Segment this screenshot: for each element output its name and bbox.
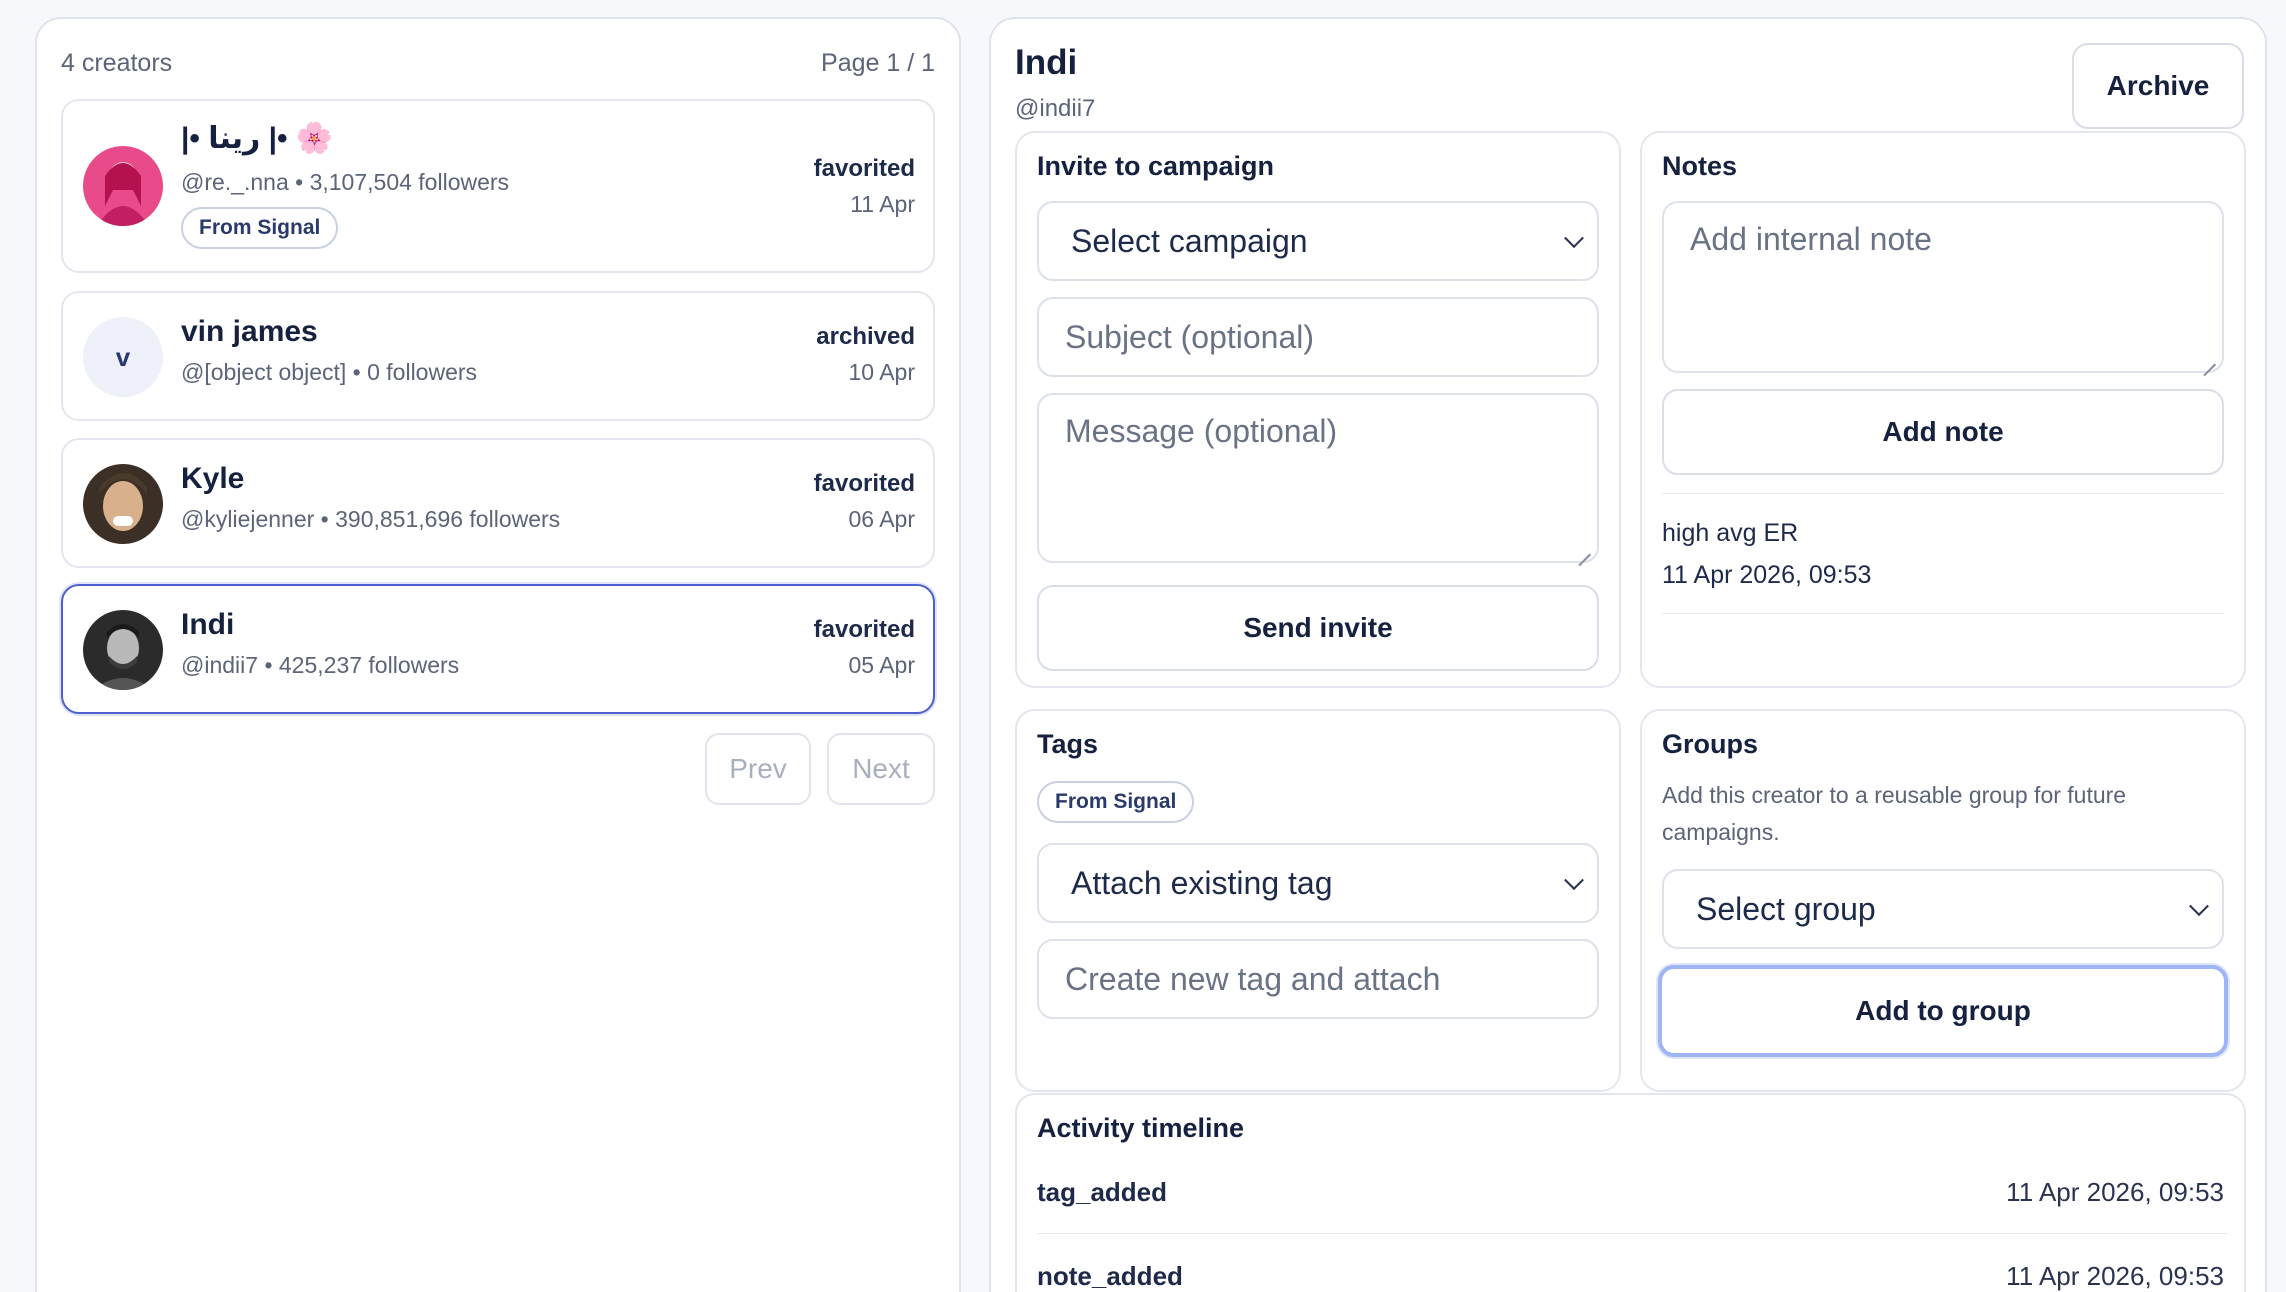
activity-timeline-card: Activity timeline tag_added 11 Apr 2026,… — [1015, 1093, 2246, 1292]
creator-name: |• رينا |• 🌸 — [181, 122, 334, 155]
note-textarea[interactable]: Add internal note — [1662, 201, 2224, 373]
date-label: 10 Apr — [848, 359, 916, 385]
creator-name: Kyle — [181, 462, 245, 495]
status-label: favorited — [813, 470, 915, 497]
status-label: favorited — [813, 155, 915, 182]
creator-name: vin james — [181, 315, 318, 348]
creator-card[interactable]: |• رينا |• 🌸 @re._.nna • 3,107,504 follo… — [61, 99, 935, 273]
add-to-group-button[interactable]: Add to group — [1658, 965, 2228, 1057]
detail-title: Indi — [1015, 43, 1078, 82]
timeline-row: note_added 11 Apr 2026, 09:53 — [1037, 1261, 2224, 1292]
tag-pill[interactable]: From Signal — [1037, 781, 1195, 823]
resize-handle-icon[interactable] — [1577, 541, 1591, 555]
avatar: v — [83, 317, 163, 397]
group-select-value: Select group — [1696, 890, 1876, 927]
timeline-row: tag_added 11 Apr 2026, 09:53 — [1037, 1177, 2224, 1217]
subject-input[interactable]: Subject (optional) — [1037, 297, 1599, 377]
date-label: 06 Apr — [848, 506, 916, 532]
groups-card: Groups Add this creator to a reusable gr… — [1640, 709, 2246, 1092]
timeline-event: note_added — [1037, 1261, 1183, 1291]
creator-handle: @re._.nna • 3,107,504 followers — [181, 169, 510, 195]
prev-button[interactable]: Prev — [705, 733, 811, 805]
creator-card[interactable]: v vin james @[object object] • 0 followe… — [61, 291, 935, 421]
detail-handle: @indii7 — [1015, 95, 1096, 122]
creator-list-panel: 4 creators Page 1 / 1 |• رينا |• 🌸 @re._… — [35, 17, 961, 1292]
new-tag-input[interactable]: Create new tag and attach — [1037, 939, 1599, 1019]
group-select[interactable]: Select group — [1662, 869, 2224, 949]
attach-tag-select[interactable]: Attach existing tag — [1037, 843, 1599, 923]
date-label: 05 Apr — [848, 652, 916, 678]
add-note-button[interactable]: Add note — [1662, 389, 2224, 475]
chevron-down-icon — [1564, 228, 1584, 249]
subject-placeholder: Subject (optional) — [1065, 318, 1315, 355]
archive-button[interactable]: Archive — [2072, 43, 2244, 129]
creator-detail-panel: Indi @indii7 Archive Invite to campaign … — [989, 17, 2267, 1292]
chevron-down-icon — [2189, 896, 2209, 917]
note-placeholder: Add internal note — [1690, 221, 1932, 257]
creator-handle: @[object object] • 0 followers — [181, 359, 478, 385]
chevron-down-icon — [1564, 870, 1584, 891]
invite-title: Invite to campaign — [1037, 151, 1275, 181]
invite-card: Invite to campaign Select campaign Subje… — [1015, 131, 1621, 688]
resize-handle-icon[interactable] — [2202, 351, 2216, 365]
date-label: 11 Apr — [850, 191, 915, 217]
timeline-title: Activity timeline — [1037, 1113, 1245, 1143]
new-tag-placeholder: Create new tag and attach — [1065, 960, 1441, 997]
campaign-select-value: Select campaign — [1071, 222, 1308, 259]
status-label: archived — [816, 323, 915, 350]
avatar — [83, 464, 163, 544]
timeline-time: 11 Apr 2026, 09:53 — [2006, 1177, 2224, 1207]
tags-card: Tags From Signal Attach existing tag Cre… — [1015, 709, 1621, 1092]
avatar — [83, 146, 163, 226]
status-label: favorited — [813, 616, 915, 643]
page-indicator: Page 1 / 1 — [821, 49, 935, 77]
creator-card-selected[interactable]: Indi @indii7 • 425,237 followers favorit… — [61, 584, 935, 714]
divider — [1662, 493, 2224, 494]
creator-handle: @kyliejenner • 390,851,696 followers — [181, 506, 561, 532]
next-button[interactable]: Next — [827, 733, 935, 805]
note-time: 11 Apr 2026, 09:53 — [1662, 561, 1872, 589]
timeline-event: tag_added — [1037, 1177, 1168, 1207]
creator-card[interactable]: Kyle @kyliejenner • 390,851,696 follower… — [61, 438, 935, 568]
groups-title: Groups — [1662, 729, 1759, 759]
groups-description: Add this creator to a reusable group for… — [1662, 777, 2126, 851]
notes-title: Notes — [1662, 151, 1738, 181]
groups-description-line: Add this creator to a reusable group for… — [1662, 782, 2127, 808]
message-textarea[interactable]: Message (optional) — [1037, 393, 1599, 563]
tags-title: Tags — [1037, 729, 1099, 759]
timeline-time: 11 Apr 2026, 09:53 — [2006, 1261, 2224, 1291]
creator-count: 4 creators — [61, 49, 173, 77]
tag-pill: From Signal — [181, 207, 339, 249]
divider — [1662, 613, 2224, 614]
notes-card: Notes Add internal note Add note high av… — [1640, 131, 2246, 688]
message-placeholder: Message (optional) — [1065, 413, 1338, 449]
note-text: high avg ER — [1662, 519, 1799, 547]
creator-handle: @indii7 • 425,237 followers — [181, 652, 460, 678]
groups-description-line: campaigns. — [1662, 819, 1780, 845]
avatar — [83, 610, 163, 690]
divider — [1037, 1233, 2228, 1234]
attach-tag-select-value: Attach existing tag — [1071, 864, 1333, 901]
creator-name: Indi — [181, 608, 235, 641]
campaign-select[interactable]: Select campaign — [1037, 201, 1599, 281]
send-invite-button[interactable]: Send invite — [1037, 585, 1599, 671]
